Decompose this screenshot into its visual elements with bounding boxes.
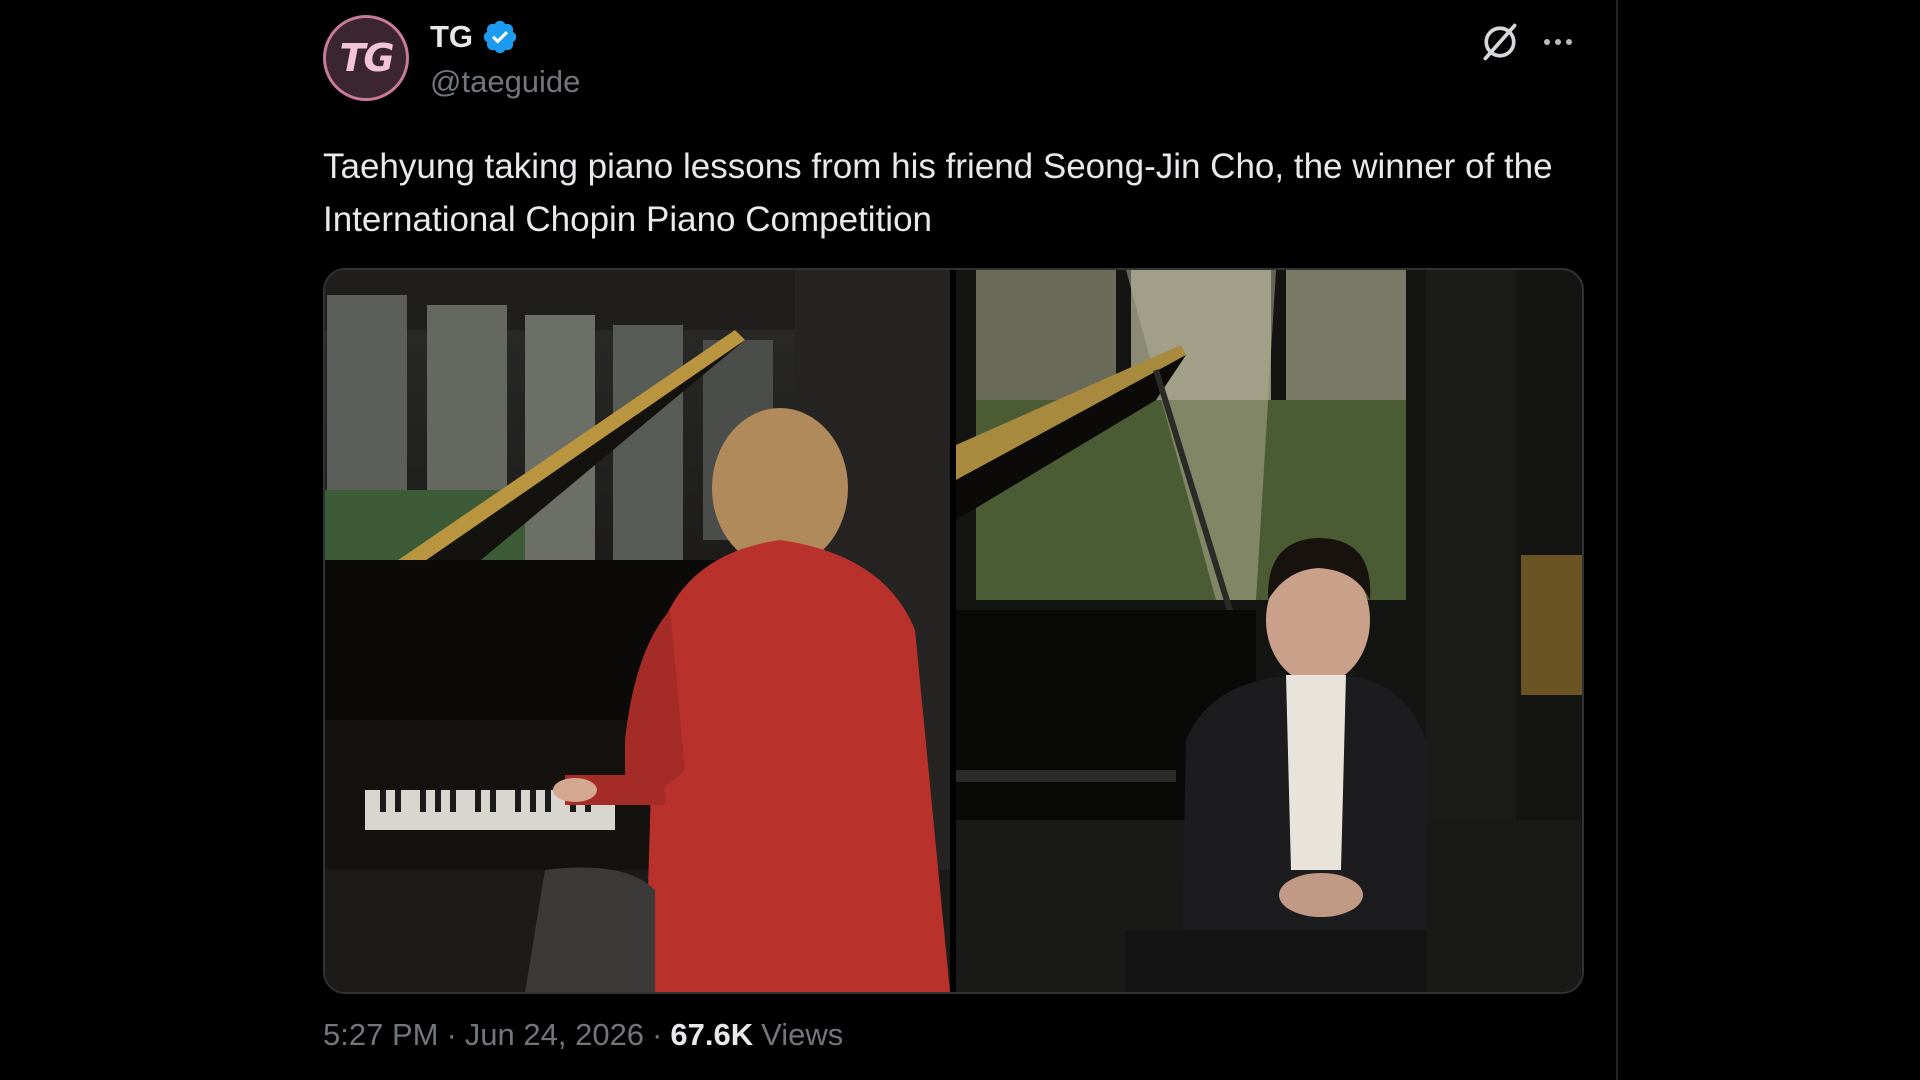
piano-player-illustration [325, 270, 950, 992]
photo-left[interactable] [325, 270, 950, 992]
tweet-text: Taehyung taking piano lessons from his f… [323, 147, 1553, 239]
more-options-icon[interactable] [1538, 22, 1578, 62]
verified-badge-icon[interactable] [481, 18, 519, 56]
photo-right[interactable] [956, 270, 1582, 992]
author-handle[interactable]: @taeguide [430, 64, 580, 100]
grok-icon[interactable] [1478, 20, 1522, 64]
meta-separator: · [446, 1017, 457, 1052]
tweet: TG TG @taeguide Taehyung taking piano le… [323, 12, 1584, 1080]
tweet-meta: 5:27 PM · Jun 24, 2026 · 67.6K Views [323, 1017, 843, 1053]
views-label: Views [761, 1017, 844, 1052]
avatar-text: TG [339, 36, 394, 80]
more-dot [1555, 39, 1561, 45]
tweet-date[interactable]: Jun 24, 2026 [465, 1017, 644, 1053]
more-dot [1544, 39, 1550, 45]
views-count[interactable]: 67.6K [670, 1017, 753, 1053]
tweet-media [323, 268, 1584, 994]
tweet-time[interactable]: 5:27 PM [323, 1017, 438, 1053]
more-dot [1566, 39, 1572, 45]
pianist-portrait-illustration [956, 270, 1582, 992]
author-display-name[interactable]: TG [430, 19, 473, 55]
author-name-row: TG [430, 18, 519, 56]
timeline-divider [1616, 0, 1618, 1080]
avatar[interactable]: TG [323, 15, 409, 101]
meta-separator: · [652, 1017, 663, 1052]
